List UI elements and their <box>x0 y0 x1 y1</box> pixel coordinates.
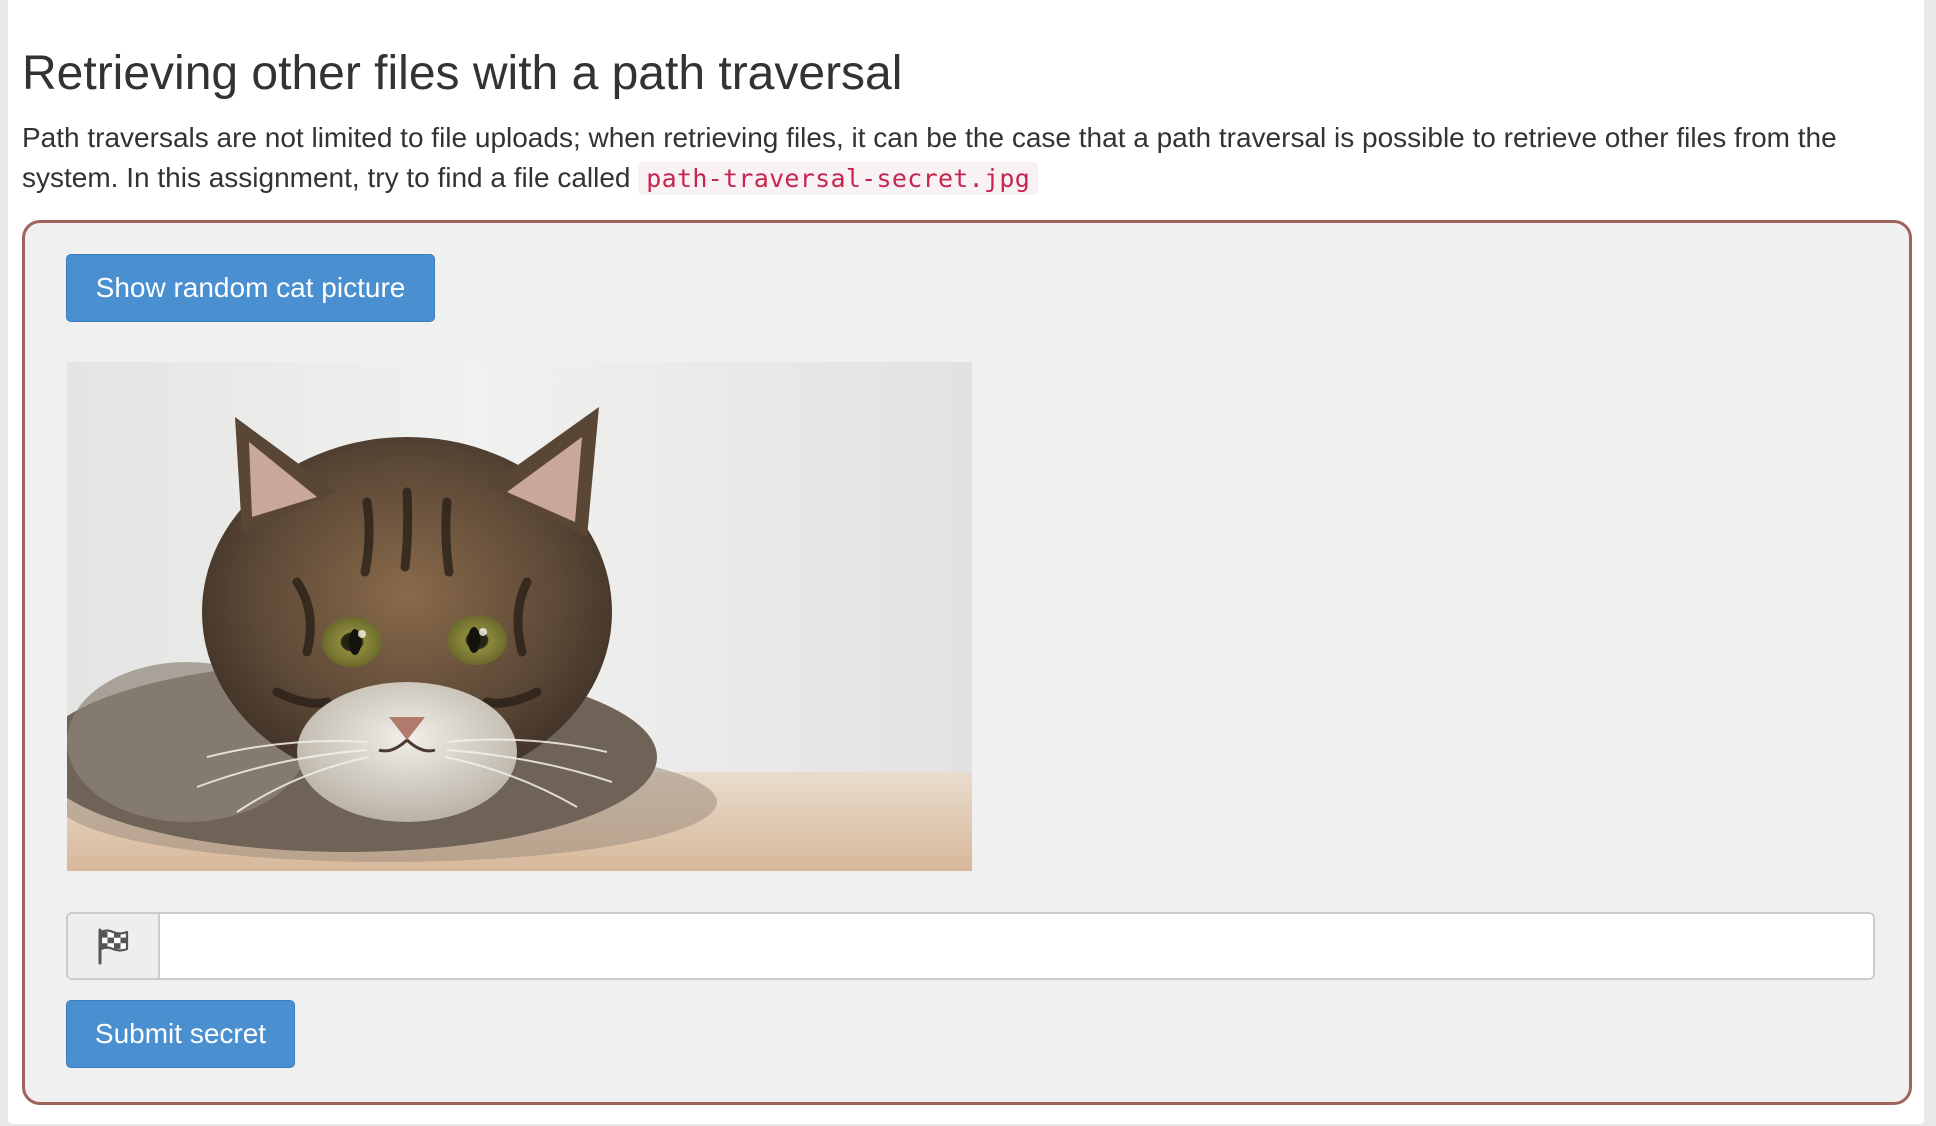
checkered-flag-icon <box>68 914 160 978</box>
page-content: Retrieving other files with a path trave… <box>8 0 1924 1124</box>
assignment-panel: Show random cat picture Submit secret <box>22 220 1912 1105</box>
secret-input[interactable] <box>160 914 1871 978</box>
lesson-description: Path traversals are not limited to file … <box>22 118 1902 199</box>
show-random-cat-button[interactable]: Show random cat picture <box>66 254 435 322</box>
submit-secret-button[interactable]: Submit secret <box>66 1000 295 1068</box>
cat-photo <box>67 362 972 871</box>
target-filename: path-traversal-secret.jpg <box>638 162 1039 195</box>
secret-input-group <box>66 912 1875 980</box>
page-title: Retrieving other files with a path trave… <box>22 47 903 100</box>
